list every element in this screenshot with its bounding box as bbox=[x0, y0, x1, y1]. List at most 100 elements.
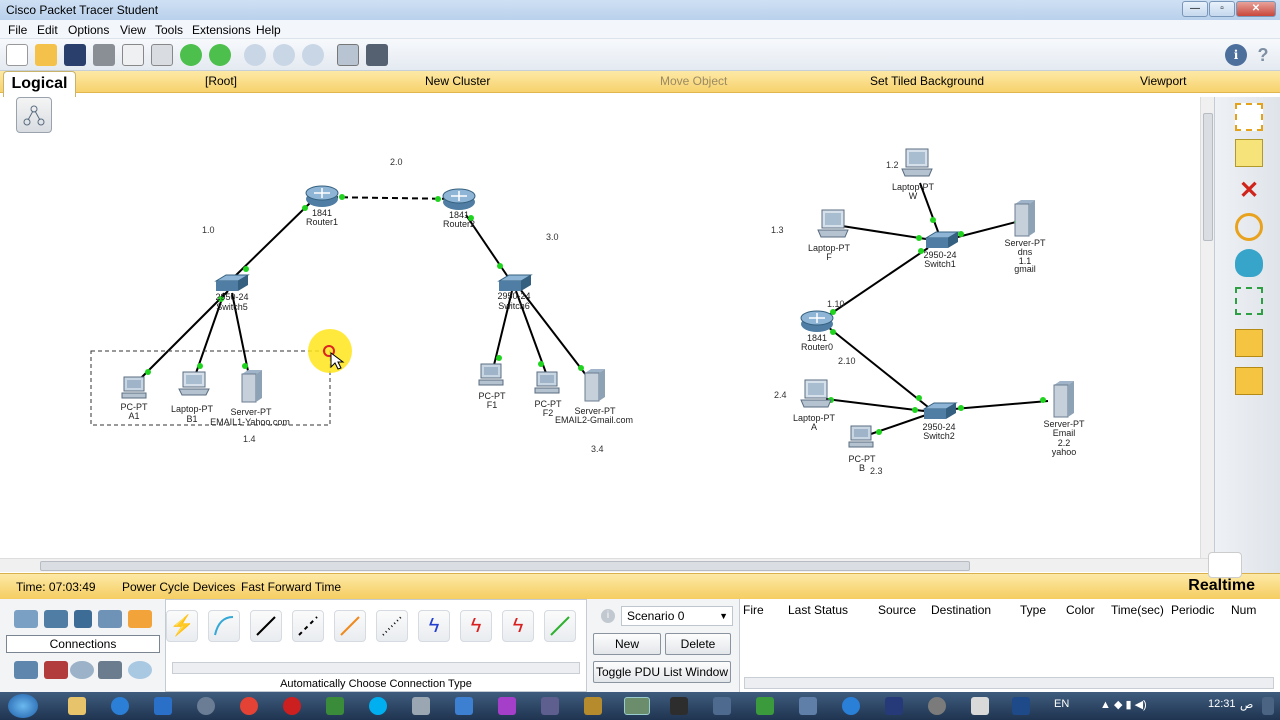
menu-view[interactable]: View bbox=[120, 23, 146, 37]
chrome-icon[interactable] bbox=[240, 697, 258, 715]
app-icon[interactable] bbox=[713, 697, 731, 715]
switches-category-icon[interactable] bbox=[44, 610, 68, 628]
app-icon[interactable] bbox=[756, 697, 774, 715]
fiber-cable-icon[interactable] bbox=[334, 610, 366, 642]
vertical-scrollbar[interactable] bbox=[1200, 97, 1214, 558]
app-icon[interactable] bbox=[584, 697, 602, 715]
laptop-icon[interactable] bbox=[177, 371, 211, 400]
save-icon[interactable] bbox=[64, 44, 86, 66]
help-icon[interactable]: ? bbox=[1252, 44, 1274, 66]
menu-extensions[interactable]: Extensions bbox=[192, 23, 251, 37]
delete-scenario-button[interactable]: Delete bbox=[665, 633, 731, 655]
move-object-button[interactable]: Move Object bbox=[660, 74, 727, 88]
column-header[interactable]: Color bbox=[1066, 603, 1095, 617]
app-icon[interactable] bbox=[197, 697, 215, 715]
laptop-icon[interactable] bbox=[799, 379, 833, 412]
zoom-in-icon[interactable] bbox=[244, 44, 266, 66]
new-file-icon[interactable] bbox=[6, 44, 28, 66]
root-link[interactable]: [Root] bbox=[205, 74, 237, 88]
multiuser-icon[interactable] bbox=[128, 661, 152, 679]
new-cluster-button[interactable]: New Cluster bbox=[425, 74, 490, 88]
crossover-cable-icon[interactable] bbox=[292, 610, 324, 642]
column-header[interactable]: Source bbox=[878, 603, 916, 617]
cmd-icon[interactable] bbox=[670, 697, 688, 715]
fast-forward-button[interactable]: Fast Forward Time bbox=[241, 580, 341, 594]
skype-icon[interactable] bbox=[369, 697, 387, 715]
app-icon[interactable] bbox=[1012, 697, 1030, 715]
ie-icon[interactable] bbox=[111, 697, 129, 715]
info-icon[interactable]: i bbox=[1225, 44, 1247, 66]
maximize-button[interactable]: ▫ bbox=[1209, 1, 1235, 17]
activity-wizard-icon[interactable] bbox=[122, 44, 144, 66]
column-header[interactable]: Last Status bbox=[788, 603, 848, 617]
language-indicator[interactable]: EN bbox=[1054, 698, 1069, 710]
custom-device-icon[interactable] bbox=[366, 44, 388, 66]
print-icon[interactable] bbox=[93, 44, 115, 66]
start-button-icon[interactable] bbox=[8, 694, 38, 718]
logical-view-icon[interactable] bbox=[16, 97, 52, 133]
note-tool-icon[interactable] bbox=[1235, 139, 1263, 167]
end-devices-icon[interactable] bbox=[14, 661, 38, 679]
routers-category-icon[interactable] bbox=[14, 610, 38, 628]
clock[interactable]: 12:31 bbox=[1208, 698, 1236, 710]
realtime-clock-icon[interactable] bbox=[1208, 552, 1242, 578]
tray-icons[interactable]: ▲ ◆ ▮ ◀) bbox=[1100, 698, 1147, 711]
menu-edit[interactable]: Edit bbox=[37, 23, 58, 37]
app-icon[interactable] bbox=[799, 697, 817, 715]
auto-connection-icon[interactable]: ⚡ bbox=[166, 610, 198, 642]
octal-cable-icon[interactable] bbox=[544, 610, 576, 642]
menu-options[interactable]: Options bbox=[68, 23, 109, 37]
viewport-button[interactable]: Viewport bbox=[1140, 74, 1186, 88]
console-cable-icon[interactable] bbox=[208, 610, 240, 642]
pdu-list-scrollbar[interactable] bbox=[744, 677, 1274, 689]
opera-icon[interactable] bbox=[283, 697, 301, 715]
column-header[interactable]: Destination bbox=[931, 603, 991, 617]
server-icon[interactable] bbox=[1011, 198, 1037, 241]
close-button[interactable]: ✕ bbox=[1236, 1, 1276, 17]
column-header[interactable]: Fire bbox=[743, 603, 764, 617]
minimize-button[interactable]: — bbox=[1182, 1, 1208, 17]
laptop-icon[interactable] bbox=[816, 209, 850, 242]
menu-file[interactable]: File bbox=[8, 23, 27, 37]
app-icon[interactable] bbox=[326, 697, 344, 715]
wan-emulation-icon[interactable] bbox=[70, 661, 94, 679]
new-scenario-button[interactable]: New bbox=[593, 633, 661, 655]
redo-icon[interactable] bbox=[209, 44, 231, 66]
resize-shape-icon[interactable] bbox=[1235, 287, 1263, 315]
copy-icon[interactable] bbox=[151, 44, 173, 66]
app-icon[interactable] bbox=[154, 697, 172, 715]
delete-tool-icon[interactable]: ✕ bbox=[1235, 177, 1263, 205]
scenario-select[interactable]: Scenario 0 ▼ bbox=[621, 606, 733, 626]
server-icon[interactable] bbox=[1050, 379, 1076, 422]
security-devices-icon[interactable] bbox=[44, 661, 68, 679]
info-icon[interactable]: i bbox=[601, 609, 615, 623]
realtime-mode-label[interactable]: Realtime bbox=[1188, 577, 1255, 595]
server-icon[interactable] bbox=[238, 368, 264, 407]
pc-icon[interactable] bbox=[477, 363, 505, 390]
custom-devices-icon[interactable] bbox=[98, 661, 122, 679]
add-simple-pdu-icon[interactable] bbox=[1235, 329, 1263, 357]
serial-dce-cable-icon[interactable]: ϟ bbox=[460, 610, 492, 642]
straight-through-cable-icon[interactable] bbox=[250, 610, 282, 642]
app-icon[interactable] bbox=[971, 697, 989, 715]
zoom-reset-icon[interactable] bbox=[273, 44, 295, 66]
show-desktop-button[interactable] bbox=[1262, 697, 1274, 715]
pc-icon[interactable] bbox=[120, 376, 148, 403]
add-complex-pdu-icon[interactable] bbox=[1235, 367, 1263, 395]
menu-tools[interactable]: Tools bbox=[155, 23, 183, 37]
pc-icon[interactable] bbox=[847, 425, 875, 452]
connection-types-scrollbar[interactable] bbox=[172, 662, 580, 674]
set-tiled-background-button[interactable]: Set Tiled Background bbox=[870, 74, 984, 88]
app-icon[interactable] bbox=[455, 697, 473, 715]
power-cycle-button[interactable]: Power Cycle Devices bbox=[122, 580, 235, 594]
zoom-out-icon[interactable] bbox=[302, 44, 324, 66]
coaxial-cable-icon[interactable]: ϟ bbox=[418, 610, 450, 642]
select-tool-icon[interactable] bbox=[1235, 103, 1263, 131]
logical-tab[interactable]: Logical bbox=[3, 71, 76, 97]
logical-workspace[interactable]: 2.0 1.0 3.0 1.4 3.4 1.2 1.3 1.10 2.10 2.… bbox=[0, 93, 1200, 558]
toggle-pdu-list-button[interactable]: Toggle PDU List Window bbox=[593, 661, 731, 683]
serial-dte-cable-icon[interactable]: ϟ bbox=[502, 610, 534, 642]
pc-icon[interactable] bbox=[533, 371, 561, 398]
column-header[interactable]: Periodic bbox=[1171, 603, 1214, 617]
server-icon[interactable] bbox=[581, 367, 607, 406]
